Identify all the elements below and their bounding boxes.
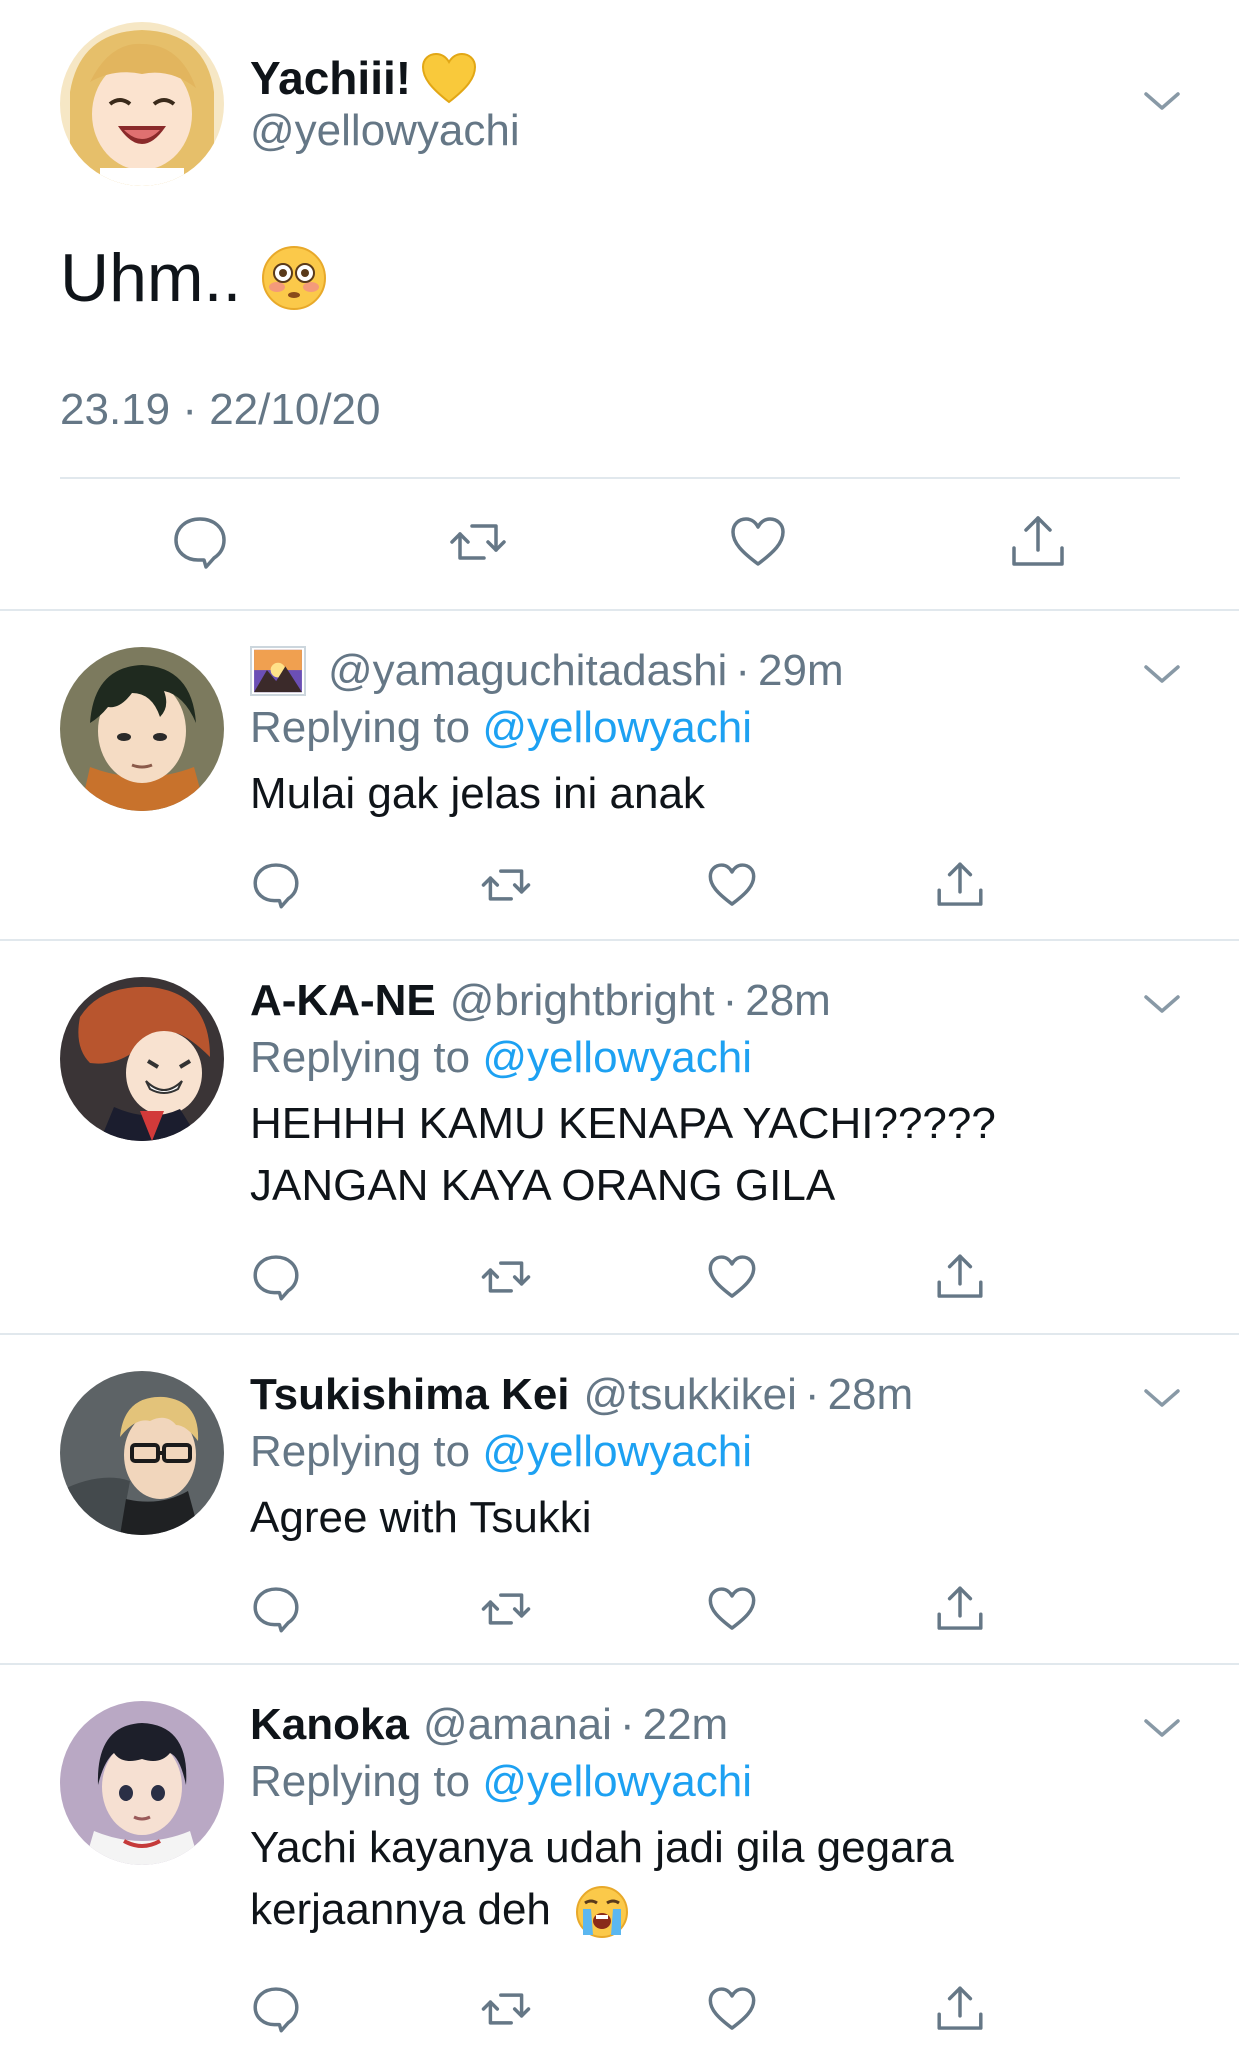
avatar[interactable] [60,1701,224,1865]
replying-to: Replying to @yellowyachi [250,1033,752,1083]
reply-actions [0,1251,1239,1311]
replying-to-mention[interactable]: @yellowyachi [482,1757,752,1806]
handle[interactable]: @yamaguchitadashi [328,646,727,696]
replying-to-mention[interactable]: @yellowyachi [482,703,752,752]
main-tweet: Yachiii! @yellowyachi Uhm.. 23.19 · 22/1… [0,0,1239,611]
replying-to-label: Replying to [250,1427,471,1476]
replying-to-mention[interactable]: @yellowyachi [482,1033,752,1082]
display-name[interactable]: Tsukishima Kei [250,1370,570,1420]
reply-actions [0,859,1239,919]
reply-text: Yachi kayanya udah jadi gila gegara kerj… [250,1817,1150,1941]
chevron-down-icon[interactable] [1142,989,1182,1019]
reply-actions [0,1983,1239,2043]
replying-to-mention[interactable]: @yellowyachi [482,1427,752,1476]
reply-text-line: JANGAN KAYA ORANG GILA [250,1161,836,1210]
reply-time[interactable]: 28m [745,976,831,1026]
handle[interactable]: @amanai [423,1700,612,1750]
chevron-down-icon[interactable] [1142,86,1182,116]
loudly-crying-face-icon [575,1885,629,1939]
reply-text-line: Yachi kayanya udah jadi gila gegara [250,1823,954,1872]
reply-tweet[interactable]: @yamaguchitadashi · 29m Replying to @yel… [0,611,1239,941]
like-icon[interactable] [728,512,788,572]
tweet-text-row: Uhm.. [60,238,327,318]
divider [60,477,1180,479]
reply-tweet[interactable]: A-KA-NE @brightbright · 28m Replying to … [0,941,1239,1335]
reply-header: Kanoka @amanai · 22m [250,1695,728,1755]
replying-to: Replying to @yellowyachi [250,1427,752,1477]
flushed-face-icon [261,245,327,311]
reply-icon[interactable] [250,1983,302,2035]
avatar[interactable] [60,977,224,1141]
display-name[interactable]: A-KA-NE [250,976,436,1026]
reply-actions [0,1583,1239,1643]
display-name[interactable]: Kanoka [250,1700,409,1750]
chevron-down-icon[interactable] [1142,1713,1182,1743]
image-flag-icon [250,646,328,696]
replying-to: Replying to @yellowyachi [250,703,752,753]
chevron-down-icon[interactable] [1142,1383,1182,1413]
reply-text-segment: kerjaannya deh [250,1885,551,1934]
tweet-actions [0,500,1239,584]
share-icon[interactable] [934,1983,986,2035]
reply-text-line-with-emoji: kerjaannya deh [250,1879,1150,1941]
like-icon[interactable] [706,1251,758,1303]
handle[interactable]: @brightbright [450,976,715,1026]
handle[interactable]: @tsukkikei [584,1370,797,1420]
retweet-icon[interactable] [480,1983,532,2035]
reply-header: @yamaguchitadashi · 29m [250,641,844,701]
avatar[interactable] [60,1371,224,1535]
reply-text: Agree with Tsukki [250,1487,1150,1549]
like-icon[interactable] [706,1983,758,2035]
share-icon[interactable] [934,1583,986,1635]
reply-text-line: Mulai gak jelas ini anak [250,769,705,818]
retweet-icon[interactable] [480,1583,532,1635]
reply-text: Mulai gak jelas ini anak [250,763,1150,825]
reply-text: HEHHH KAMU KENAPA YACHI????? JANGAN KAYA… [250,1093,1150,1217]
share-icon[interactable] [934,1251,986,1303]
tweet-thread-page: Yachiii! @yellowyachi Uhm.. 23.19 · 22/1… [0,0,1239,2048]
reply-header: Tsukishima Kei @tsukkikei · 28m [250,1365,913,1425]
handle[interactable]: @yellowyachi [250,106,520,156]
reply-icon[interactable] [250,1251,302,1303]
avatar[interactable] [60,647,224,811]
tweet-text: Uhm.. [60,240,242,316]
chevron-down-icon[interactable] [1142,659,1182,689]
separator-dot: · [722,976,738,1025]
main-name-row: Yachiii! [250,48,477,108]
reply-icon[interactable] [170,512,230,572]
reply-header: A-KA-NE @brightbright · 28m [250,971,831,1031]
separator-dot: · [735,646,750,695]
reply-icon[interactable] [250,1583,302,1635]
avatar[interactable] [60,22,224,186]
share-icon[interactable] [1008,512,1068,572]
replying-to: Replying to @yellowyachi [250,1757,752,1807]
reply-tweet[interactable]: Tsukishima Kei @tsukkikei · 28m Replying… [0,1335,1239,1665]
reply-text-line: Agree with Tsukki [250,1493,592,1542]
replying-to-label: Replying to [250,1757,471,1806]
retweet-icon[interactable] [480,859,532,911]
reply-time[interactable]: 28m [828,1370,914,1420]
reply-text-line: HEHHH KAMU KENAPA YACHI????? [250,1099,996,1148]
reply-tweet[interactable]: Kanoka @amanai · 22m Replying to @yellow… [0,1665,1239,2048]
share-icon[interactable] [934,859,986,911]
like-icon[interactable] [706,1583,758,1635]
timestamp[interactable]: 23.19 · 22/10/20 [60,385,380,435]
replying-to-label: Replying to [250,703,471,752]
retweet-icon[interactable] [448,512,508,572]
reply-icon[interactable] [250,859,302,911]
reply-time[interactable]: 22m [643,1700,729,1750]
separator-dot: · [804,1370,820,1419]
like-icon[interactable] [706,859,758,911]
yellow-heart-icon [421,52,477,104]
separator-dot: · [619,1700,635,1749]
reply-time[interactable]: 29m [758,646,844,696]
retweet-icon[interactable] [480,1251,532,1303]
display-name[interactable]: Yachiii! [250,51,411,105]
replying-to-label: Replying to [250,1033,471,1082]
